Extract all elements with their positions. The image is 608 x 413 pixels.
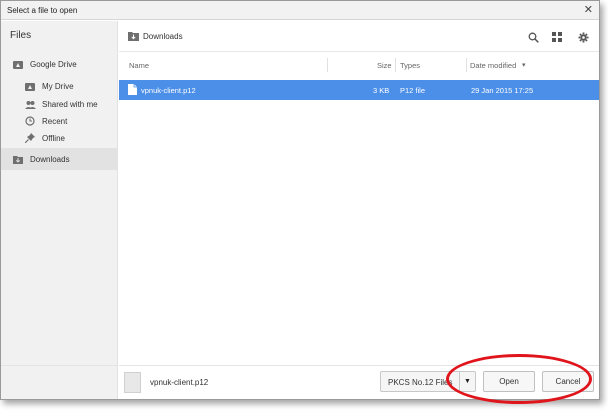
sidebar-item-google-drive[interactable]: Google Drive [1,53,118,75]
sidebar-item-label: Recent [42,116,68,126]
column-header: Name Size Types Date modified ▾ [119,54,599,76]
file-name: vpnuk-client.p12 [141,86,196,95]
sidebar-item-label: Google Drive [30,59,77,69]
sidebar: Files Google Drive My Drive Shared with … [1,21,118,365]
file-type-select[interactable]: PKCS No.12 Files ▼ [380,371,476,392]
column-date[interactable]: Date modified [470,61,516,70]
column-divider [395,58,396,72]
column-divider [327,58,328,72]
sort-down-icon: ▾ [522,62,526,69]
folder-download-icon [128,31,139,41]
file-size: 3 KB [373,86,390,95]
pin-icon [24,132,36,144]
sidebar-footer [1,365,118,399]
column-type[interactable]: Types [400,61,420,70]
sidebar-item-downloads[interactable]: Downloads [1,148,118,170]
selected-filename[interactable]: vpnuk-client.p12 [150,378,208,387]
column-size[interactable]: Size [377,61,392,70]
open-button[interactable]: Open [483,371,535,392]
sidebar-item-label: My Drive [42,81,74,91]
file-date: 29 Jan 2015 17:25 [471,86,534,95]
drive-icon [12,58,24,70]
file-icon [128,84,137,95]
dropdown-arrow-icon: ▼ [459,372,475,391]
gear-icon[interactable] [575,29,591,45]
shared-icon [24,98,36,110]
sidebar-item-label: Offline [42,133,65,143]
close-icon[interactable]: ✕ [584,3,593,16]
search-icon[interactable] [525,29,541,45]
file-list-pane: Downloads Name Size Types Date modified … [119,21,599,365]
sidebar-item-label: Downloads [30,154,70,164]
file-row[interactable]: vpnuk-client.p12 3 KB P12 file 29 Jan 20… [119,80,599,100]
title-bar: Select a file to open ✕ [1,1,599,20]
sidebar-item-offline[interactable]: Offline [1,127,118,149]
cancel-button[interactable]: Cancel [542,371,594,392]
breadcrumb[interactable]: Downloads [128,31,183,41]
breadcrumb-label: Downloads [143,31,183,41]
file-open-dialog: Select a file to open ✕ Files Google Dri… [0,0,600,400]
sidebar-heading: Files [10,30,32,41]
column-name[interactable]: Name [129,61,149,70]
dialog-title: Select a file to open [7,6,78,15]
file-type: P12 file [400,86,426,95]
my-drive-icon [24,80,36,92]
dialog-footer: vpnuk-client.p12 PKCS No.12 Files ▼ Open… [119,365,599,399]
file-thumbnail-icon [124,372,141,393]
downloads-icon [12,153,24,165]
grid-view-icon[interactable] [549,29,565,45]
column-divider [466,58,467,72]
sidebar-item-label: Shared with me [42,99,98,109]
toolbar: Downloads [119,21,599,52]
clock-icon [24,115,36,127]
file-type-value: PKCS No.12 Files [388,378,453,387]
